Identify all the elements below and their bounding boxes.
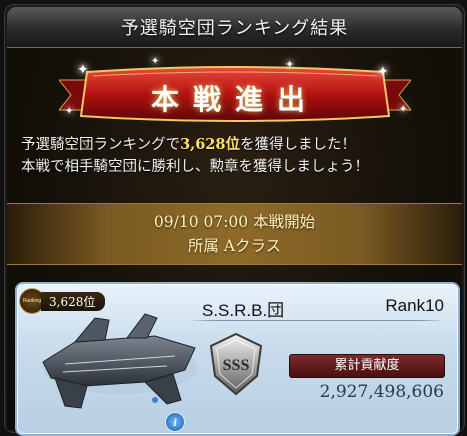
divider (187, 320, 446, 321)
message-prefix: 予選騎空団ランキングで (21, 137, 181, 153)
sparkle-icon: ✦ (399, 104, 408, 115)
result-body: 本戦進出 ✦ ✦ ✦ ✦ ✦ ✦ 予選騎空団ランキングで3,628位を獲得しまし… (7, 48, 462, 436)
advance-banner: 本戦進出 ✦ ✦ ✦ ✦ ✦ ✦ (59, 56, 411, 124)
message-line-2: 本戦で相手騎空団に勝利し、勲章を獲得しましょう！ (21, 159, 369, 175)
sss-emblem-icon: SSS (209, 332, 263, 396)
sparkle-icon: ✦ (77, 62, 89, 78)
schedule-band: 09/10 07:00 本戦開始 所属 Aクラス (7, 203, 462, 265)
result-message: 予選騎空団ランキングで3,628位を獲得しました！ 本戦で相手騎空団に勝利し、勲… (21, 134, 452, 178)
window-title: 予選騎空団ランキング結果 (120, 18, 349, 39)
crew-level: Rank10 (385, 296, 444, 315)
sparkle-icon: ✦ (285, 58, 295, 71)
sparkle-icon: ✦ (65, 106, 74, 117)
message-line-1: 予選騎空団ランキングで3,628位を獲得しました！ (21, 134, 452, 156)
info-icon[interactable]: i (165, 412, 185, 432)
sparkle-icon: ✦ (377, 64, 389, 80)
emblem-text: SSS (223, 357, 250, 374)
class-assignment: 所属 Aクラス (187, 237, 282, 255)
banner-text: 本戦進出 (150, 83, 319, 116)
main-battle-start: 09/10 07:00 本戦開始 (153, 213, 316, 231)
crew-rank-tag: Ranking 3,628位 (19, 288, 106, 314)
crew-name: S.S.R.B.団 (202, 301, 285, 320)
contribution-value: 2,927,498,606 (319, 382, 444, 402)
airship-image (42, 313, 198, 409)
message-rank: 3,628位 (180, 136, 240, 153)
crew-card[interactable]: Ranking 3,628位 i S.S.R.B.団 Rank10 SSS 累計… (15, 282, 460, 436)
sparkle-icon: ✦ (151, 56, 160, 67)
message-suffix: を獲得しました！ (239, 137, 356, 153)
title-bar: 予選騎空団ランキング結果 (7, 7, 462, 48)
contribution-label: 累計貢献度 (289, 354, 445, 378)
result-window: 予選騎空団ランキング結果 本戦進出 ✦ ✦ ✦ ✦ ✦ ✦ 予選騎空団ランキング… (4, 4, 465, 436)
crew-rank: 3,628位 (41, 291, 106, 311)
